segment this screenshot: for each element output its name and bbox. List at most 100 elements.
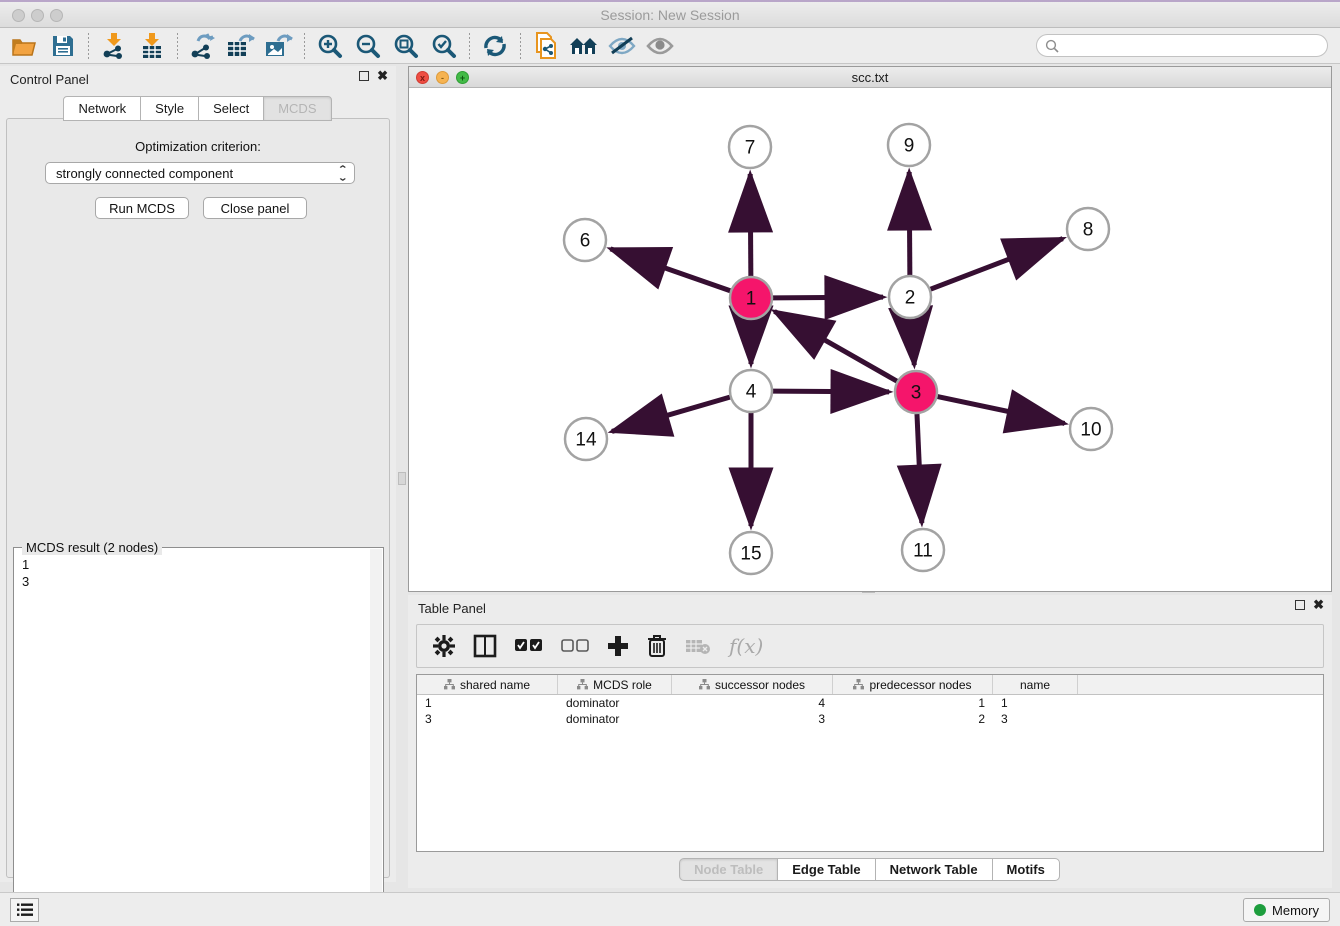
- tab-style[interactable]: Style: [140, 96, 199, 121]
- graph-edge-3-1[interactable]: [774, 311, 896, 381]
- table-row[interactable]: 3 dominator 3 2 3: [417, 711, 1323, 727]
- graph-edge-4-3[interactable]: [773, 391, 889, 392]
- tab-motifs[interactable]: Motifs: [992, 858, 1060, 881]
- graph-node-label-7: 7: [745, 138, 756, 159]
- hierarchy-icon: [853, 679, 864, 690]
- import-network-button[interactable]: [95, 31, 133, 61]
- graph-node-label-14: 14: [575, 430, 597, 451]
- delete-table-button-disabled: [685, 637, 711, 655]
- graph-node-label-2: 2: [905, 288, 916, 309]
- optimization-criterion-label: Optimization criterion:: [7, 139, 389, 154]
- memory-button[interactable]: Memory: [1243, 898, 1330, 922]
- control-panel-float-icon[interactable]: [359, 71, 369, 81]
- dropdown-stepper-icon: ⌃⌃: [339, 165, 347, 181]
- zoom-fit-button[interactable]: [387, 31, 425, 61]
- graph-edge-3-10[interactable]: [938, 397, 1065, 424]
- home-view-button[interactable]: [565, 31, 603, 61]
- run-mcds-button[interactable]: Run MCDS: [95, 197, 189, 219]
- import-table-button[interactable]: [133, 31, 171, 61]
- select-all-columns-button[interactable]: [515, 639, 543, 653]
- zoom-out-icon: [355, 33, 381, 59]
- graph-edge-1-7[interactable]: [750, 174, 751, 276]
- column-header-successor-nodes[interactable]: successor nodes: [672, 675, 833, 694]
- graph-node-label-4: 4: [746, 382, 757, 403]
- network-canvas[interactable]: 7968124314101511: [409, 88, 1331, 591]
- tab-network-table[interactable]: Network Table: [875, 858, 993, 881]
- node-table[interactable]: shared name MCDS role successor nodes pr…: [416, 674, 1324, 852]
- zoom-out-button[interactable]: [349, 31, 387, 61]
- eye-slash-icon: [608, 36, 636, 56]
- search-icon: [1045, 39, 1059, 53]
- open-file-button[interactable]: [6, 31, 44, 61]
- table-panel-title: Table Panel: [418, 601, 486, 616]
- close-panel-button[interactable]: Close panel: [203, 197, 307, 219]
- hide-selected-button[interactable]: [603, 31, 641, 61]
- mcds-result-item: 1: [22, 556, 29, 573]
- import-network-icon: [102, 33, 126, 59]
- clone-network-button[interactable]: [527, 31, 565, 61]
- table-tabs: Node Table Edge Table Network Table Moti…: [408, 858, 1332, 881]
- gear-icon: [433, 635, 455, 657]
- column-visibility-button[interactable]: [473, 634, 497, 658]
- graph-edge-2-8[interactable]: [931, 239, 1063, 290]
- checked-boxes-icon: [515, 639, 543, 653]
- export-table-icon: [227, 33, 255, 59]
- tab-select[interactable]: Select: [198, 96, 264, 121]
- import-table-icon: [140, 33, 164, 59]
- table-panel-float-icon[interactable]: [1295, 600, 1305, 610]
- global-search-field[interactable]: [1036, 34, 1328, 57]
- control-panel-close-icon[interactable]: ✖: [377, 71, 388, 81]
- tab-network[interactable]: Network: [63, 96, 141, 121]
- graph-node-label-11: 11: [913, 541, 933, 562]
- column-header-shared-name[interactable]: shared name: [417, 675, 558, 694]
- criterion-dropdown[interactable]: strongly connected component ⌃⌃: [45, 162, 355, 184]
- mcds-tab-content: Optimization criterion: strongly connect…: [6, 118, 390, 878]
- zoom-selected-icon: [431, 33, 457, 59]
- save-session-button[interactable]: [44, 31, 82, 61]
- search-input[interactable]: [1059, 37, 1327, 55]
- graph-node-label-6: 6: [580, 231, 591, 252]
- export-table-button[interactable]: [222, 31, 260, 61]
- graph-edge-1-6[interactable]: [610, 249, 730, 291]
- home-icon: [569, 35, 599, 57]
- vertical-splitter-handle[interactable]: [398, 472, 406, 485]
- zoom-in-icon: [317, 33, 343, 59]
- export-image-icon: [265, 33, 293, 59]
- table-settings-button[interactable]: [433, 635, 455, 657]
- tab-mcds[interactable]: MCDS: [263, 96, 331, 121]
- deselect-all-columns-button[interactable]: [561, 639, 589, 653]
- graph-edge-2-3[interactable]: [911, 319, 914, 365]
- tab-node-table[interactable]: Node Table: [679, 858, 778, 881]
- graph-node-label-10: 10: [1080, 420, 1101, 441]
- tab-edge-table[interactable]: Edge Table: [777, 858, 875, 881]
- status-bar: Memory: [0, 892, 1340, 926]
- delete-column-button[interactable]: [647, 634, 667, 658]
- table-panel-close-icon[interactable]: ✖: [1313, 600, 1324, 610]
- graph-edge-3-11[interactable]: [917, 414, 922, 523]
- zoom-selected-button[interactable]: [425, 31, 463, 61]
- network-graph[interactable]: 7968124314101511: [409, 88, 1331, 591]
- mcds-result-scrollbar[interactable]: [370, 549, 382, 921]
- table-row[interactable]: 1 dominator 4 1 1: [417, 695, 1323, 711]
- graph-edge-2-9[interactable]: [909, 172, 910, 275]
- trash-icon: [647, 634, 667, 658]
- graph-edge-4-14[interactable]: [612, 397, 730, 431]
- column-header-mcds-role[interactable]: MCDS role: [558, 675, 672, 694]
- export-network-icon: [190, 33, 216, 59]
- add-column-button[interactable]: [607, 635, 629, 657]
- export-network-button[interactable]: [184, 31, 222, 61]
- graph-edge-1-2[interactable]: [773, 297, 883, 298]
- table-toolbar: f(x): [416, 624, 1324, 668]
- zoom-in-button[interactable]: [311, 31, 349, 61]
- show-all-button[interactable]: [641, 31, 679, 61]
- refresh-layout-button[interactable]: [476, 31, 514, 61]
- export-image-button[interactable]: [260, 31, 298, 61]
- mcds-result-list[interactable]: 1 3: [22, 556, 29, 590]
- network-window-titlebar[interactable]: x - + scc.txt: [409, 67, 1331, 88]
- column-header-name[interactable]: name: [993, 675, 1078, 694]
- column-header-predecessor-nodes[interactable]: predecessor nodes: [833, 675, 993, 694]
- hierarchy-icon: [444, 679, 455, 690]
- table-panel: Table Panel ✖: [408, 595, 1332, 888]
- task-history-button[interactable]: [10, 898, 39, 922]
- zoom-fit-icon: [393, 33, 419, 59]
